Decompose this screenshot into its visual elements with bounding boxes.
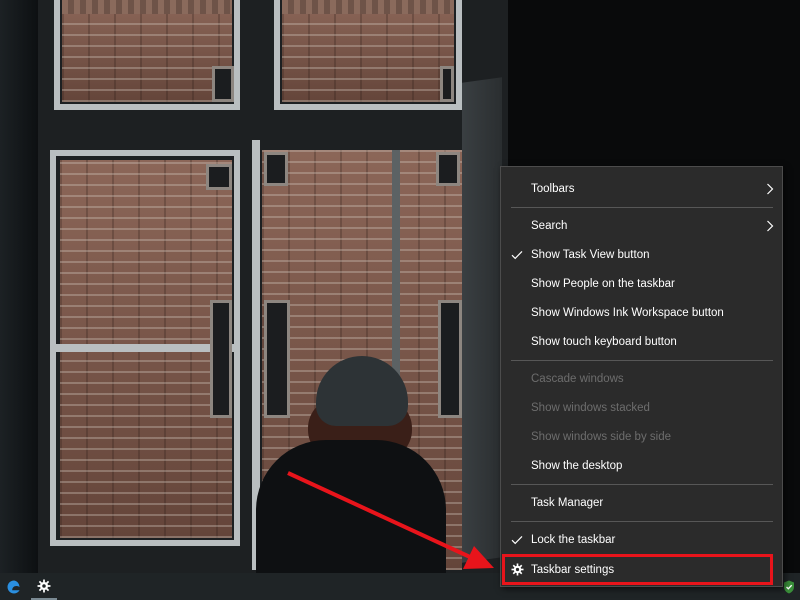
wallpaper-sash [274,0,462,110]
wallpaper-window [264,152,288,186]
menu-item-label: Toolbars [531,182,575,195]
menu-item-show-windows-side-by-side: Show windows side by side [501,422,782,451]
settings-gear-icon [37,579,51,592]
menu-item-label: Show Windows Ink Workspace button [531,306,724,319]
menu-item-label: Task Manager [531,496,604,509]
menu-separator [511,484,773,485]
menu-item-show-windows-stacked: Show windows stacked [501,393,782,422]
wallpaper-window [438,300,462,418]
menu-item-label: Show the desktop [531,459,623,472]
menu-item-label: Show windows stacked [531,401,650,414]
wallpaper-window [436,152,460,186]
menu-item-label: Show touch keyboard button [531,335,677,348]
menu-item-label: Show Task View button [531,248,650,261]
checkmark-icon [509,247,525,263]
checkmark-icon [509,532,525,548]
menu-item-search[interactable]: Search [501,211,782,240]
menu-item-show-desktop[interactable]: Show the desktop [501,451,782,480]
taskbar-app-edge[interactable] [0,573,27,600]
wallpaper-window [206,164,232,190]
menu-item-show-task-view[interactable]: Show Task View button [501,240,782,269]
menu-item-label: Lock the taskbar [531,533,616,546]
wallpaper-person-body [256,440,446,573]
menu-item-label: Cascade windows [531,372,624,385]
menu-separator [511,360,773,361]
annotation-highlight-box [502,554,773,585]
taskbar-context-menu: Toolbars Search Show Task View button Sh… [500,166,783,587]
taskbar-app-settings[interactable] [31,573,57,600]
chevron-right-icon [764,181,776,197]
wallpaper-window [212,66,234,102]
menu-item-label: Show People on the taskbar [531,277,675,290]
menu-item-toolbars[interactable]: Toolbars [501,174,782,203]
menu-item-show-ink-workspace[interactable]: Show Windows Ink Workspace button [501,298,782,327]
wallpaper-open-sash [462,77,502,563]
menu-item-label: Show windows side by side [531,430,671,443]
wallpaper-window [210,300,232,418]
menu-separator [511,521,773,522]
menu-item-show-touch-keyboard[interactable]: Show touch keyboard button [501,327,782,356]
menu-item-cascade-windows: Cascade windows [501,364,782,393]
edge-browser-icon [7,580,20,593]
chevron-right-icon [764,218,776,234]
menu-item-show-people[interactable]: Show People on the taskbar [501,269,782,298]
wallpaper-window [440,66,454,102]
menu-item-lock-taskbar[interactable]: Lock the taskbar [501,525,782,554]
wallpaper-wall [0,0,38,573]
menu-item-task-manager[interactable]: Task Manager [501,488,782,517]
wallpaper-window [264,300,290,418]
security-shield-icon [784,580,794,593]
menu-item-label: Search [531,219,568,232]
menu-separator [511,207,773,208]
